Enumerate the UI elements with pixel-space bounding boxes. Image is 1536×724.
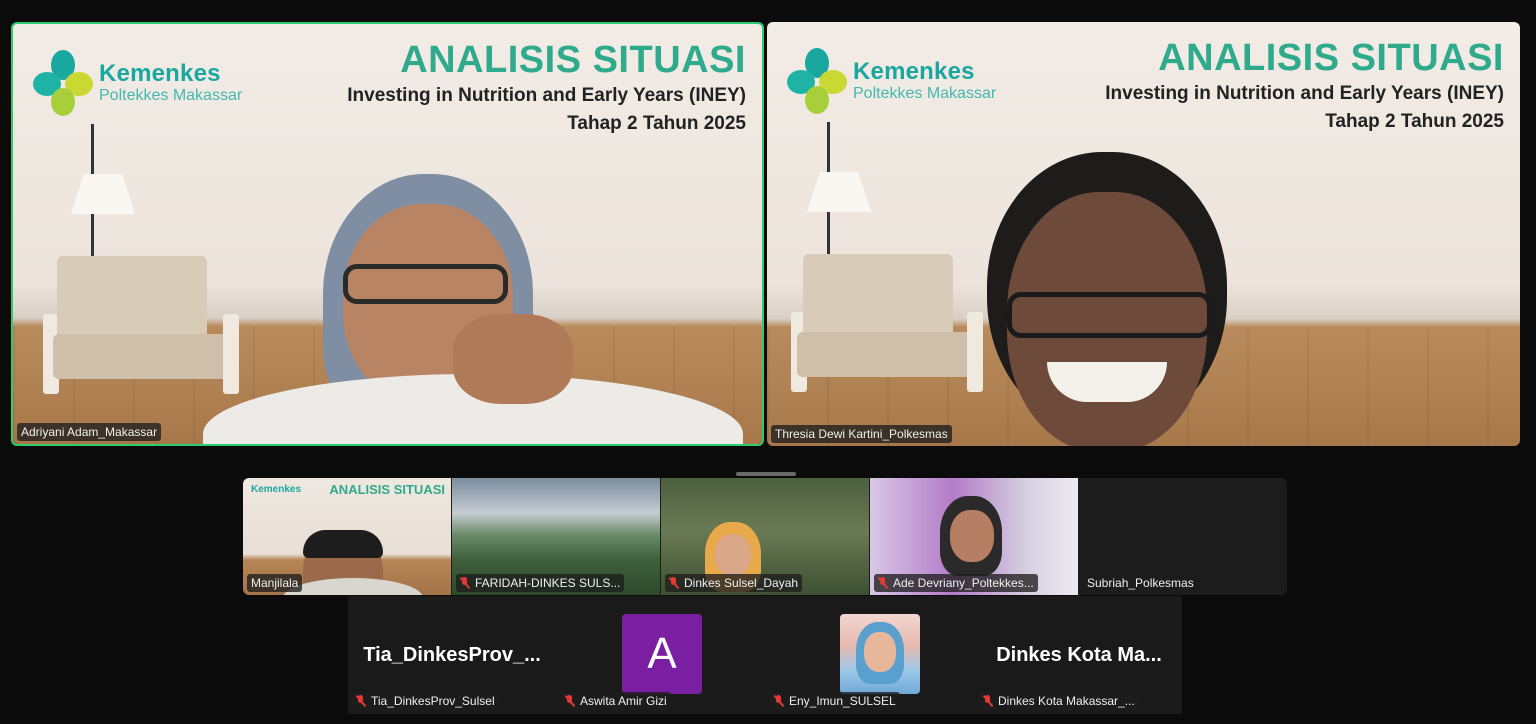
thumb-subriah[interactable]: Subriah_Polkesmas: [1079, 478, 1287, 595]
thumb-ade[interactable]: Ade Devriany_Poltekkes...: [870, 478, 1078, 595]
participant-name-tag: Subriah_Polkesmas: [1087, 576, 1194, 590]
mic-muted-icon: [669, 577, 678, 588]
avatar: A: [622, 614, 702, 694]
participant-name-tag: Manjilala: [247, 574, 303, 592]
banner-subtitle-2: Tahap 2 Tahun 2025: [1325, 111, 1504, 132]
participant-name-tag: Dinkes Sulsel_Dayah: [665, 574, 803, 592]
thumb-banner-title: ANALISIS SITUASI: [329, 482, 445, 497]
banner-title: ANALISIS SITUASI: [400, 39, 746, 81]
chair-seat-decor: [797, 332, 977, 377]
mic-muted-icon: [460, 577, 469, 588]
kemenkes-leaf-icon: [33, 50, 93, 116]
logo-subtitle: Poltekkes Makassar: [853, 85, 997, 102]
avatar: [840, 614, 920, 694]
banner-title-block: ANALISIS SITUASI Investing in Nutrition …: [1105, 36, 1504, 136]
participant-strip: Kemenkes ANALISIS SITUASI Manjilala FARI…: [243, 478, 1287, 595]
participant-name-tag: Tia_DinkesProv_Sulsel: [352, 692, 499, 710]
participant-name-tag: FARIDAH-DINKES SULS...: [456, 574, 625, 592]
mic-muted-icon: [565, 695, 574, 706]
mic-muted-icon: [356, 695, 365, 706]
participant-name-tag: Aswita Amir Gizi: [561, 692, 671, 710]
kemenkes-logo: Kemenkes Poltekkes Makassar: [787, 48, 996, 114]
chair-back-decor: [803, 254, 953, 344]
participant-name-tag: Thresia Dewi Kartini_Polkesmas: [771, 425, 952, 443]
participant-grid: Tia_DinkesProv_... Tia_DinkesProv_Sulsel…: [348, 596, 1182, 714]
grid-cell-tia[interactable]: Tia_DinkesProv_... Tia_DinkesProv_Sulsel: [348, 596, 556, 714]
logo-name: Kemenkes: [99, 60, 221, 87]
thumb-dayah[interactable]: Dinkes Sulsel_Dayah: [661, 478, 869, 595]
grid-cell-aswita[interactable]: A Aswita Amir Gizi: [557, 596, 765, 714]
participant-video-figure: [967, 152, 1257, 446]
participant-display-name: Dinkes Kota Ma...: [996, 644, 1162, 666]
participant-name-tag: Ade Devriany_Poltekkes...: [874, 574, 1038, 592]
banner-title: ANALISIS SITUASI: [1158, 37, 1504, 79]
grid-cell-dinkes-kota[interactable]: Dinkes Kota Ma... Dinkes Kota Makassar_.…: [975, 596, 1182, 714]
participant-display-name: Tia_DinkesProv_...: [363, 644, 541, 666]
chair-back-decor: [57, 256, 207, 346]
participant-name-tag: Eny_Imun_SULSEL: [770, 692, 900, 710]
banner-subtitle-1: Investing in Nutrition and Early Years (…: [347, 85, 746, 106]
banner-subtitle-1: Investing in Nutrition and Early Years (…: [1105, 83, 1504, 104]
kemenkes-logo: Kemenkes Poltekkes Makassar: [33, 50, 242, 116]
video-tile-adriyani[interactable]: Kemenkes Poltekkes Makassar ANALISIS SIT…: [11, 22, 764, 446]
logo-name: Kemenkes: [853, 58, 975, 85]
banner-title-block: ANALISIS SITUASI Investing in Nutrition …: [347, 38, 746, 138]
participant-video-figure: [203, 174, 743, 444]
logo-subtitle: Poltekkes Makassar: [99, 87, 243, 104]
grid-cell-eny[interactable]: Eny_Imun_SULSEL: [766, 596, 974, 714]
thumb-manjilala[interactable]: Kemenkes ANALISIS SITUASI Manjilala: [243, 478, 451, 595]
mic-muted-icon: [983, 695, 992, 706]
banner-subtitle-2: Tahap 2 Tahun 2025: [567, 113, 746, 134]
thumb-logo-name: Kemenkes: [251, 484, 302, 495]
participant-name-tag: Adriyani Adam_Makassar: [17, 423, 162, 441]
participant-name-tag: Dinkes Kota Makassar_...: [979, 692, 1139, 710]
kemenkes-leaf-icon: [787, 48, 847, 114]
video-tile-thresia[interactable]: Kemenkes Poltekkes Makassar ANALISIS SIT…: [767, 22, 1520, 446]
mic-muted-icon: [774, 695, 783, 706]
mic-muted-icon: [878, 577, 887, 588]
resize-handle[interactable]: [736, 472, 796, 476]
thumb-faridah[interactable]: FARIDAH-DINKES SULS...: [452, 478, 660, 595]
